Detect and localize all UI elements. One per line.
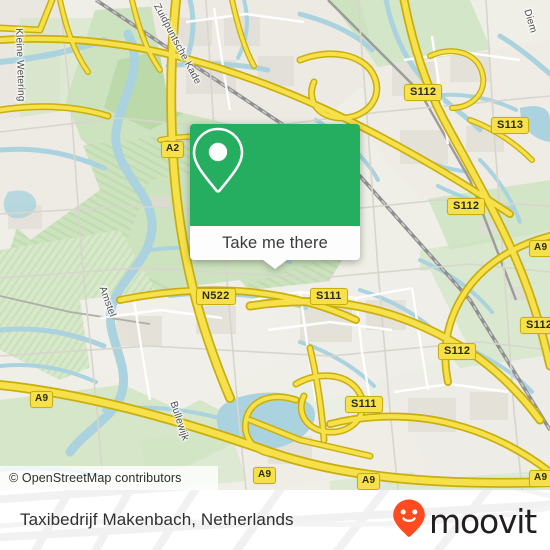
road-shield-s112-right[interactable]: S112 — [447, 198, 486, 215]
road-shield-s111-lower[interactable]: S111 — [345, 396, 383, 413]
moovit-brand[interactable]: moovit — [392, 490, 537, 550]
road-shield-a9-bottom-mid[interactable]: A9 — [357, 473, 381, 490]
road-shield-s112-lower[interactable]: S112 — [438, 343, 477, 360]
road-shield-a9-bottom-right[interactable]: A9 — [529, 470, 550, 487]
map-canvas[interactable]: Kleine Wetering Zuidpuntsche Kade Amstel… — [0, 0, 550, 490]
road-shield-a2[interactable]: A2 — [161, 141, 185, 158]
osm-attribution-text[interactable]: © OpenStreetMap contributors — [0, 471, 182, 485]
road-shield-s112-far-right[interactable]: S112 — [520, 317, 550, 334]
take-me-there-label: Take me there — [222, 233, 328, 252]
footer-bar: Taxibedrijf Makenbach, Netherlands moovi… — [0, 490, 550, 550]
osm-attribution-bar: © OpenStreetMap contributors — [0, 466, 218, 490]
moovit-place-card: Kleine Wetering Zuidpuntsche Kade Amstel… — [0, 0, 550, 550]
road-shield-s111-upper[interactable]: S111 — [310, 288, 348, 305]
moovit-wordmark: moovit — [429, 501, 537, 541]
callout-icon-area — [190, 124, 360, 226]
road-shield-s113[interactable]: S113 — [491, 117, 530, 134]
road-shield-a9-left[interactable]: A9 — [30, 391, 54, 408]
place-title: Taxibedrijf Makenbach, Netherlands — [20, 510, 294, 529]
callout-action-area[interactable]: Take me there — [190, 226, 360, 269]
moovit-pin-smiley-icon — [392, 498, 426, 543]
callout-tail — [263, 260, 287, 269]
place-callout[interactable]: Take me there — [190, 124, 360, 269]
road-shield-s112-top[interactable]: S112 — [404, 84, 443, 101]
road-shield-n522[interactable]: N522 — [196, 288, 236, 305]
road-shield-a9-bottom-left[interactable]: A9 — [253, 467, 277, 484]
road-shield-a9-right[interactable]: A9 — [529, 240, 550, 257]
